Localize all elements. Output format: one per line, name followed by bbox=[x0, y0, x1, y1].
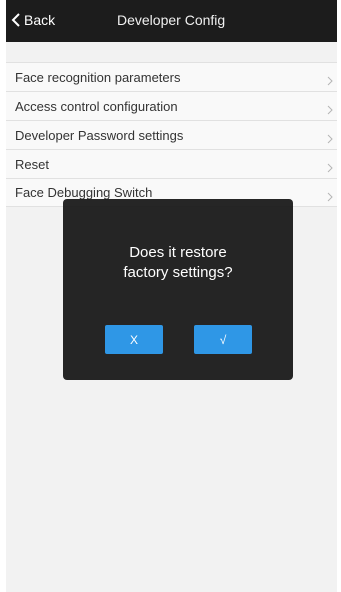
back-label: Back bbox=[24, 12, 56, 28]
menu-item-label: Access control configuration bbox=[15, 98, 178, 114]
dialog-message-line1: Does it restore bbox=[129, 244, 227, 261]
checkmark-icon: √ bbox=[219, 332, 227, 347]
menu-item-label: Developer Password settings bbox=[15, 127, 184, 143]
menu-item-label: Reset bbox=[15, 156, 49, 172]
chevron-right-icon bbox=[327, 192, 333, 202]
cancel-button[interactable]: X bbox=[105, 325, 163, 354]
dialog-message-line2: factory settings? bbox=[123, 264, 233, 281]
menu-item-face-recognition[interactable]: Face recognition parameters bbox=[6, 62, 337, 91]
chevron-right-icon bbox=[327, 76, 333, 86]
dialog-message: Does it restore factory settings? bbox=[63, 243, 293, 283]
menu-item-label: Face Debugging Switch bbox=[15, 185, 153, 200]
app-screen: Back Developer Config Face recognition p… bbox=[6, 0, 337, 592]
settings-menu: Face recognition parameters Access contr… bbox=[6, 62, 337, 207]
confirm-dialog: Does it restore factory settings? X √ bbox=[63, 199, 293, 380]
menu-item-access-control[interactable]: Access control configuration bbox=[6, 91, 337, 120]
menu-item-developer-password[interactable]: Developer Password settings bbox=[6, 120, 337, 149]
chevron-right-icon bbox=[327, 134, 333, 144]
close-icon: X bbox=[129, 332, 138, 347]
confirm-button[interactable]: √ bbox=[194, 325, 252, 354]
chevron-left-icon bbox=[11, 13, 20, 27]
page-title: Developer Config bbox=[117, 12, 226, 28]
top-bar: Back Developer Config bbox=[6, 0, 337, 42]
menu-item-reset[interactable]: Reset bbox=[6, 149, 337, 178]
menu-item-label: Face recognition parameters bbox=[15, 69, 181, 85]
back-button[interactable]: Back bbox=[10, 8, 55, 32]
chevron-right-icon bbox=[327, 163, 333, 173]
chevron-right-icon bbox=[327, 105, 333, 115]
